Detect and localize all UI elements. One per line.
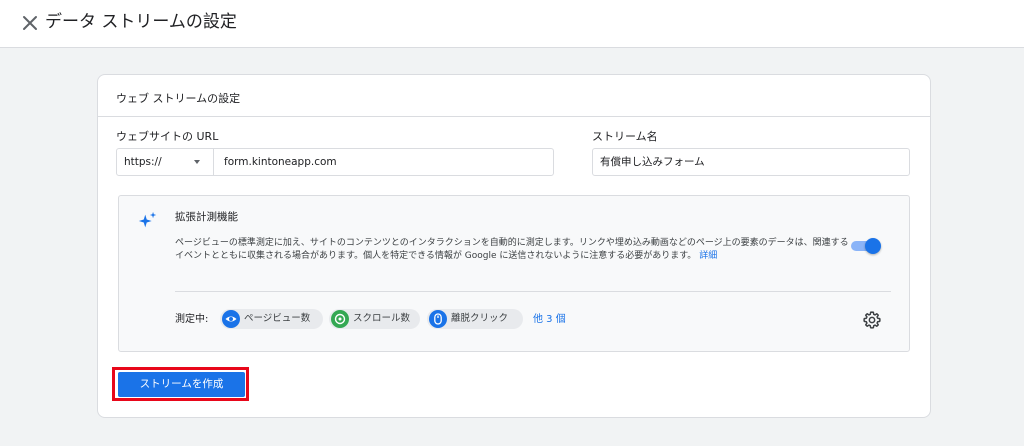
enhanced-measurement-panel: 拡張計測機能 ページビューの標準測定に加え、サイトのコンテンツとのインタラクショ… <box>118 195 910 352</box>
chip-page-views[interactable]: ページビュー数 <box>220 309 323 329</box>
highlight-box <box>112 367 249 401</box>
protocol-value: https:// <box>124 156 162 168</box>
enhanced-measurement-toggle[interactable] <box>849 238 883 254</box>
url-input[interactable]: form.kintoneapp.com <box>224 155 337 169</box>
card-title: ウェブ ストリームの設定 <box>116 92 241 105</box>
enhanced-measurement-description: ページビューの標準測定に加え、サイトのコンテンツとのインタラクションを自動的に測… <box>175 237 855 263</box>
sparkle-icon <box>138 211 157 228</box>
close-icon[interactable] <box>18 11 42 35</box>
details-link[interactable]: 詳細 <box>699 251 717 261</box>
chip-label: スクロール数 <box>353 313 411 324</box>
mouse-icon <box>429 310 447 328</box>
chip-label: ページビュー数 <box>244 313 311 324</box>
protocol-select[interactable]: https:// <box>117 149 214 175</box>
url-field-label: ウェブサイトの URL <box>116 130 219 143</box>
card-divider <box>98 116 930 117</box>
description-text: ページビューの標準測定に加え、サイトのコンテンツとのインタラクションを自動的に測… <box>175 238 849 261</box>
gear-icon[interactable] <box>862 310 882 330</box>
measuring-label: 測定中: <box>175 314 209 325</box>
stream-name-label: ストリーム名 <box>592 130 658 143</box>
stream-name-input[interactable]: 有償申し込みフォーム <box>600 155 705 169</box>
page-title: データ ストリームの設定 <box>45 12 237 32</box>
chip-outbound-clicks[interactable]: 離脱クリック <box>427 309 523 329</box>
toggle-knob <box>865 238 881 254</box>
top-bar: データ ストリームの設定 <box>0 0 1024 48</box>
stream-name-field[interactable]: 有償申し込みフォーム <box>592 148 910 176</box>
panel-divider <box>175 291 891 292</box>
scroll-target-icon <box>331 310 349 328</box>
eye-icon <box>222 310 240 328</box>
dropdown-arrow-icon <box>194 160 200 164</box>
chip-scrolls[interactable]: スクロール数 <box>329 309 420 329</box>
enhanced-measurement-title: 拡張計測機能 <box>175 211 238 223</box>
more-events-link[interactable]: 他 3 個 <box>533 313 566 327</box>
website-url-field: https:// form.kintoneapp.com <box>116 148 554 176</box>
chip-label: 離脱クリック <box>451 313 509 324</box>
